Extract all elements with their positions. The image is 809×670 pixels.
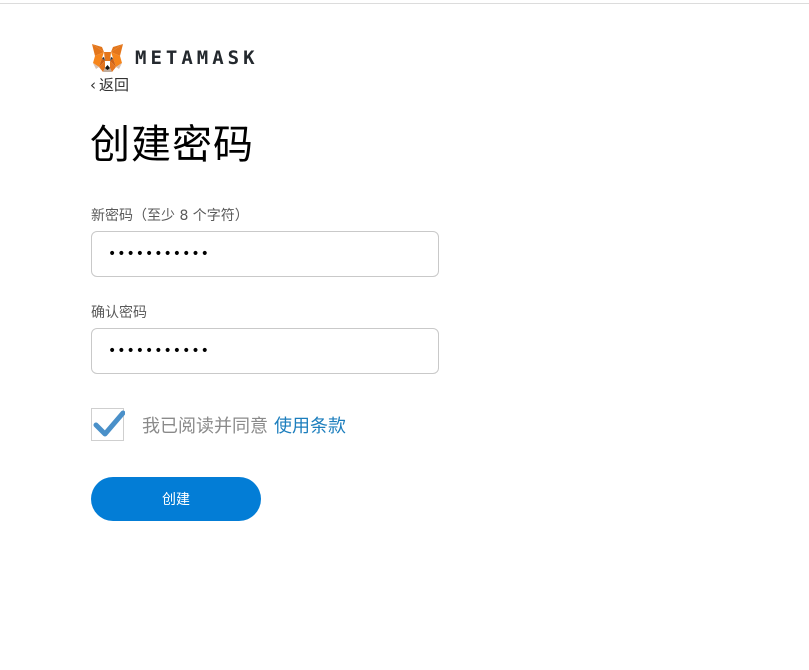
chevron-left-icon: ‹ [90,75,96,94]
new-password-label: 新密码（至少 8 个字符） [91,208,249,224]
top-divider [0,3,809,4]
new-password-input[interactable] [91,231,439,277]
create-button[interactable]: 创建 [91,477,261,521]
terms-checkbox[interactable] [91,408,125,441]
terms-text: 我已阅读并同意 [142,415,268,437]
confirm-password-input[interactable] [91,328,439,374]
page-title: 创建密码 [90,122,254,168]
confirm-password-label: 确认密码 [91,305,147,321]
brand-wordmark: METAMASK [135,47,259,69]
checkmark-icon [93,410,125,437]
metamask-fox-icon [92,44,123,72]
back-label: 返回 [99,76,130,94]
terms-row: 我已阅读并同意 使用条款 [91,408,346,441]
terms-of-use-link[interactable]: 使用条款 [274,412,346,438]
brand-logo: METAMASK [91,42,259,74]
back-link[interactable]: ‹ 返回 [90,74,129,95]
